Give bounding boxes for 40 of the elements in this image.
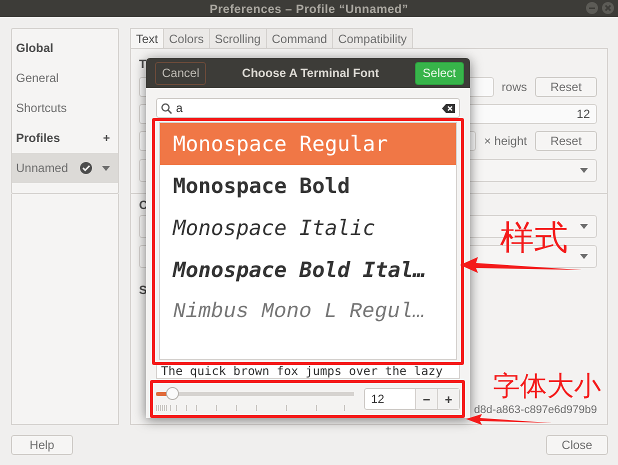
increase-button[interactable]: + — [437, 389, 459, 409]
sidebar-item[interactable]: General — [12, 63, 118, 93]
close-icon[interactable] — [602, 2, 614, 14]
window-title: Preferences – Profile “Unnamed” — [210, 2, 408, 16]
reset-button[interactable]: Reset — [535, 131, 597, 151]
decrease-button[interactable]: − — [415, 389, 437, 409]
sidebar-heading: Global — [15, 40, 54, 57]
search-field[interactable]: a — [156, 98, 460, 118]
tab[interactable]: Compatibility — [332, 28, 413, 48]
search-icon — [161, 102, 172, 114]
annotation-label: 字体大小 — [493, 370, 601, 404]
caret-icon — [580, 224, 588, 229]
tab[interactable]: Scrolling — [208, 28, 267, 48]
sidebar-heading: Profiles + — [15, 130, 111, 147]
clear-icon[interactable] — [442, 104, 455, 112]
tab[interactable]: Command — [266, 28, 334, 48]
caret-icon — [580, 254, 588, 259]
section-heading: S — [139, 283, 148, 297]
cancel-button[interactable]: Cancel — [155, 62, 206, 84]
size-spinner[interactable]: 12 − + — [364, 388, 460, 410]
profile-id: d8d-a863-c897e6d979b9 — [474, 404, 597, 416]
slider-thumb[interactable] — [166, 387, 179, 400]
sidebar-item[interactable]: Unnamed — [12, 153, 118, 183]
annotation-label: 样式 — [500, 217, 568, 260]
dialog-title: Choose A Terminal Font — [242, 66, 379, 80]
tab[interactable]: Colors — [163, 28, 210, 48]
caret-icon[interactable] — [102, 166, 110, 170]
help-button[interactable]: Help — [11, 435, 73, 455]
minimize-icon[interactable] — [586, 2, 598, 14]
add-profile-button[interactable]: + — [102, 131, 110, 145]
font-item[interactable]: Monospace Regular — [160, 123, 456, 165]
select-button[interactable]: Select — [414, 62, 464, 84]
caret-icon — [580, 168, 588, 173]
close-button[interactable]: Close — [546, 435, 608, 455]
default-check-icon — [80, 162, 92, 174]
height-label: × height — [484, 134, 527, 148]
rows-label: rows — [502, 80, 527, 94]
reset-button[interactable]: Reset — [535, 77, 597, 97]
tab[interactable]: Text — [130, 28, 164, 48]
sidebar-item[interactable]: Shortcuts — [12, 93, 118, 123]
